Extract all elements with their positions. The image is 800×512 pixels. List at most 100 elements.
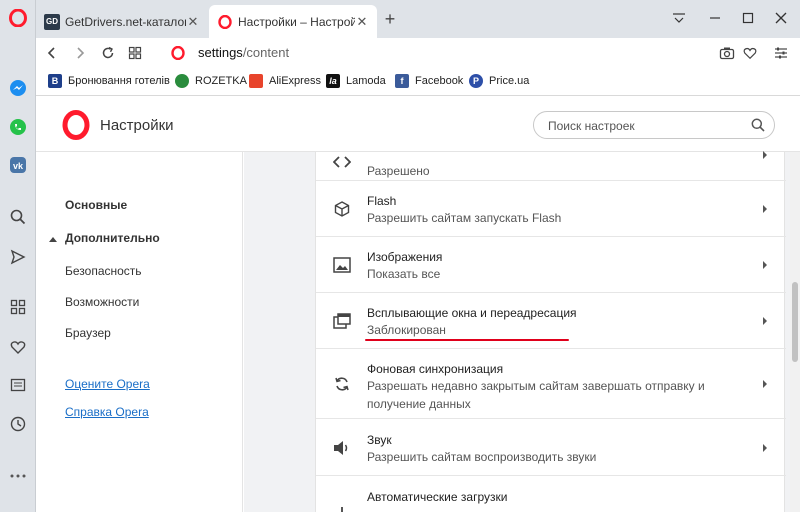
site-settings-card: Разрешено Flash Разрешить сайтам запуска… <box>315 151 786 512</box>
facebook-icon: f <box>395 74 409 88</box>
back-icon[interactable] <box>42 43 62 63</box>
row-title: Фоновая синхронизация <box>367 362 504 376</box>
close-tab-icon[interactable]: ✕ <box>186 14 200 30</box>
nav-advanced[interactable]: Дополнительно <box>65 231 160 245</box>
booking-icon: B <box>48 74 62 88</box>
bookmark-facebook[interactable]: f Facebook <box>395 74 463 88</box>
forward-icon[interactable] <box>70 43 90 63</box>
more-icon[interactable] <box>8 466 28 486</box>
setting-row-sound[interactable]: Звук Разрешить сайтам воспроизводить зву… <box>316 419 786 476</box>
bookmarks-bar: B Бронювання готелів ROZETKA AliExpress … <box>36 68 800 96</box>
url-host: settings <box>198 45 243 60</box>
history-icon[interactable] <box>8 414 28 434</box>
address-bar: settings/content <box>36 38 800 68</box>
opera-menu-icon[interactable] <box>8 8 28 28</box>
setting-row-javascript[interactable]: Разрешено <box>316 122 786 181</box>
scroll-thumb[interactable] <box>792 282 798 362</box>
bookmark-heart-icon[interactable] <box>740 43 760 63</box>
tab-menu-icon[interactable] <box>667 6 691 30</box>
close-window-icon[interactable] <box>769 6 793 30</box>
bookmark-label: Price.ua <box>489 75 530 87</box>
image-icon <box>332 255 352 275</box>
bookmark-booking[interactable]: B Бронювання готелів <box>48 74 170 88</box>
bookmark-priceua[interactable]: P Price.ua <box>469 74 529 88</box>
search-icon[interactable] <box>8 207 28 227</box>
nav-basic[interactable]: Основные <box>65 198 127 212</box>
download-icon <box>332 502 352 512</box>
new-tab-button[interactable]: + <box>380 9 400 29</box>
news-icon[interactable] <box>8 375 28 395</box>
sync-icon <box>332 374 352 394</box>
bookmark-label: ROZETKA <box>195 75 247 87</box>
settings-nav: Основные Дополнительно Безопасность Возм… <box>36 152 243 512</box>
scrollbar[interactable] <box>790 152 800 512</box>
close-tab-icon[interactable]: ✕ <box>355 14 369 30</box>
tab-strip: GD GetDrivers.net-каталог бес ✕ Настройк… <box>36 0 800 38</box>
url-path: /content <box>242 45 290 60</box>
reload-icon[interactable] <box>98 43 118 63</box>
setting-row-downloads[interactable]: Автоматические загрузки <box>316 476 786 512</box>
collapse-arrow-icon[interactable] <box>48 232 58 246</box>
bookmark-label: Lamoda <box>346 75 386 87</box>
nav-security[interactable]: Безопасность <box>65 264 142 278</box>
row-description: Заблокирован <box>367 323 446 337</box>
tabs-grid-icon[interactable] <box>125 43 145 63</box>
bookmark-label: Facebook <box>415 75 464 87</box>
bookmark-lamoda[interactable]: la Lamoda <box>326 74 386 88</box>
url-field[interactable]: settings/content <box>198 45 289 60</box>
chevron-right-icon <box>760 316 770 326</box>
rate-opera-link[interactable]: Оцените Opera <box>65 377 150 391</box>
chevron-right-icon <box>760 379 770 389</box>
popup-icon <box>332 311 352 331</box>
nav-features[interactable]: Возможности <box>65 295 139 309</box>
bookmark-rozetka[interactable]: ROZETKA <box>175 74 247 88</box>
maximize-icon[interactable] <box>736 6 760 30</box>
rozetka-icon <box>175 74 189 88</box>
row-title: Звук <box>367 433 392 447</box>
chevron-right-icon <box>760 260 770 270</box>
lamoda-icon: la <box>326 74 340 88</box>
speaker-icon <box>332 438 352 458</box>
aliexpress-icon <box>249 74 263 88</box>
setting-row-flash[interactable]: Flash Разрешить сайтам запускать Flash <box>316 181 786 237</box>
messenger-icon[interactable] <box>8 78 28 98</box>
row-description: Разрешить сайтам воспроизводить звуки <box>367 450 597 464</box>
tab-title: Настройки – Настройки са <box>238 14 355 29</box>
opera-logo-icon <box>62 110 90 143</box>
code-icon <box>332 152 352 172</box>
minimize-icon[interactable] <box>703 6 727 30</box>
chevron-right-icon <box>760 204 770 214</box>
row-title: Изображения <box>367 250 443 264</box>
opera-help-link[interactable]: Справка Opera <box>65 405 149 419</box>
svg-text:vk: vk <box>13 161 24 171</box>
tab-settings[interactable]: Настройки – Настройки са ✕ <box>209 5 377 38</box>
speed-dial-icon[interactable] <box>8 297 28 317</box>
cube-icon <box>332 199 352 219</box>
row-description: Разрешено <box>367 164 430 178</box>
priceua-icon: P <box>469 74 483 88</box>
bookmark-label: AliExpress <box>269 75 321 87</box>
heart-icon[interactable] <box>8 337 28 357</box>
row-description: Показать все <box>367 267 441 281</box>
row-title: Автоматические загрузки <box>367 490 508 504</box>
row-description: Разрешать недавно закрытым сайтам заверш… <box>367 379 705 411</box>
easy-setup-icon[interactable] <box>771 43 791 63</box>
whatsapp-icon[interactable] <box>8 117 28 137</box>
bookmark-label: Бронювання готелів <box>68 75 170 87</box>
send-icon[interactable] <box>8 247 28 267</box>
row-title: Всплывающие окна и переадресация <box>367 306 577 320</box>
setting-row-images[interactable]: Изображения Показать все <box>316 237 786 293</box>
vk-icon[interactable]: vk <box>8 155 28 175</box>
getdrivers-icon: GD <box>44 13 60 30</box>
highlight-underline <box>365 339 569 341</box>
chevron-right-icon <box>760 443 770 453</box>
row-description: Разрешить сайтам запускать Flash <box>367 211 562 225</box>
camera-icon[interactable] <box>717 43 737 63</box>
nav-browser[interactable]: Браузер <box>65 326 111 340</box>
tab-title: GetDrivers.net-каталог бес <box>65 14 186 29</box>
tab-getdrivers[interactable]: GD GetDrivers.net-каталог бес ✕ <box>36 5 208 38</box>
setting-row-background-sync[interactable]: Фоновая синхронизация Разрешать недавно … <box>316 349 786 419</box>
opera-sidebar: vk <box>0 0 36 512</box>
opera-url-icon <box>168 43 188 63</box>
bookmark-aliexpress[interactable]: AliExpress <box>249 74 321 88</box>
